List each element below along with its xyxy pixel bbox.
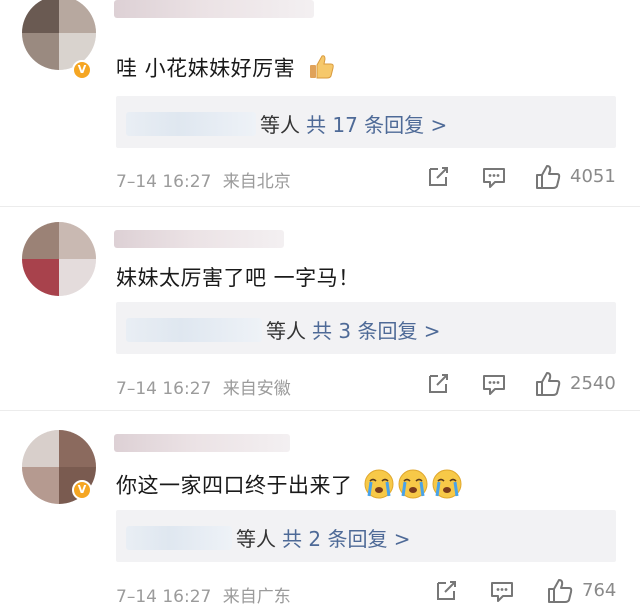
reply-users bbox=[126, 318, 262, 342]
view-replies-link[interactable]: 共 3 条回复 > bbox=[312, 319, 441, 343]
comment-time: 7–14 16:27 bbox=[116, 379, 212, 399]
reply-users bbox=[126, 526, 232, 550]
avatar[interactable] bbox=[22, 222, 96, 296]
reply-summary[interactable]: 等人共 17 条回复 > bbox=[116, 96, 616, 148]
comment-actions: 764 bbox=[424, 577, 624, 607]
comment-meta: 7–14 16:27 来自安徽 bbox=[116, 374, 291, 399]
reply-suffix: 等人 bbox=[236, 527, 276, 551]
comment-location: 来自北京 bbox=[222, 172, 291, 192]
comment-meta: 7–14 16:27 来自广东 bbox=[116, 582, 291, 607]
comment-item: V 你这一家四口终于出来了 等人 共 2 条回复 > 7–14 16:27 来自… bbox=[0, 410, 640, 610]
thumbs-up-emoji bbox=[306, 52, 336, 87]
comment-location: 来自广东 bbox=[222, 587, 291, 607]
like-count: 4051 bbox=[570, 166, 616, 187]
share-icon[interactable] bbox=[432, 577, 460, 605]
comment-content: 哇 小花妹妹好厉害 bbox=[116, 56, 296, 81]
verified-badge-icon: V bbox=[72, 480, 92, 500]
reply-users bbox=[126, 112, 256, 136]
reply-summary[interactable]: 等人共 2 条回复 > bbox=[116, 510, 616, 562]
like-icon[interactable] bbox=[546, 577, 574, 605]
comment-text: 妹妹太厉害了吧 一字马！ bbox=[116, 262, 360, 292]
comment-item: 妹妹太厉害了吧 一字马！ 等人共 3 条回复 > 7–14 16:27 来自安徽… bbox=[0, 206, 640, 410]
comment-actions: 2540 bbox=[424, 370, 624, 400]
comment-icon[interactable] bbox=[480, 163, 508, 191]
comment-icon[interactable] bbox=[480, 370, 508, 398]
username[interactable] bbox=[114, 0, 314, 18]
avatar-mosaic bbox=[22, 222, 96, 296]
reply-suffix: 等人 bbox=[260, 113, 300, 137]
like-count: 2540 bbox=[570, 373, 616, 394]
comment-text: 哇 小花妹妹好厉害 bbox=[116, 52, 336, 87]
comment-meta: 7–14 16:27 来自北京 bbox=[116, 167, 291, 192]
view-replies-link[interactable]: 共 17 条回复 > bbox=[306, 113, 447, 137]
comment-actions: 4051 bbox=[424, 163, 624, 193]
comment-content: 妹妹太厉害了吧 一字马！ bbox=[116, 266, 360, 290]
reply-suffix: 等人 bbox=[266, 319, 306, 343]
comment-location: 来自安徽 bbox=[222, 379, 291, 399]
like-count: 764 bbox=[582, 580, 617, 601]
like-icon[interactable] bbox=[534, 370, 562, 398]
username[interactable] bbox=[114, 434, 290, 452]
comment-time: 7–14 16:27 bbox=[116, 172, 212, 192]
username[interactable] bbox=[114, 230, 284, 248]
comment-time: 7–14 16:27 bbox=[116, 587, 212, 607]
share-icon[interactable] bbox=[424, 370, 452, 398]
share-icon[interactable] bbox=[424, 163, 452, 191]
verified-badge-icon: V bbox=[72, 60, 92, 80]
reply-summary[interactable]: 等人共 3 条回复 > bbox=[116, 302, 616, 354]
crying-face-emoji bbox=[364, 468, 464, 505]
comment-icon[interactable] bbox=[488, 577, 516, 605]
view-replies-link[interactable]: 共 2 条回复 > bbox=[282, 527, 411, 551]
comment-text: 你这一家四口终于出来了 bbox=[116, 468, 464, 505]
like-icon[interactable] bbox=[534, 163, 562, 191]
comment-content: 你这一家四口终于出来了 bbox=[116, 473, 353, 498]
comment-item: V 哇 小花妹妹好厉害 等人共 17 条回复 > 7–14 16:27 来自北京 bbox=[0, 0, 640, 200]
